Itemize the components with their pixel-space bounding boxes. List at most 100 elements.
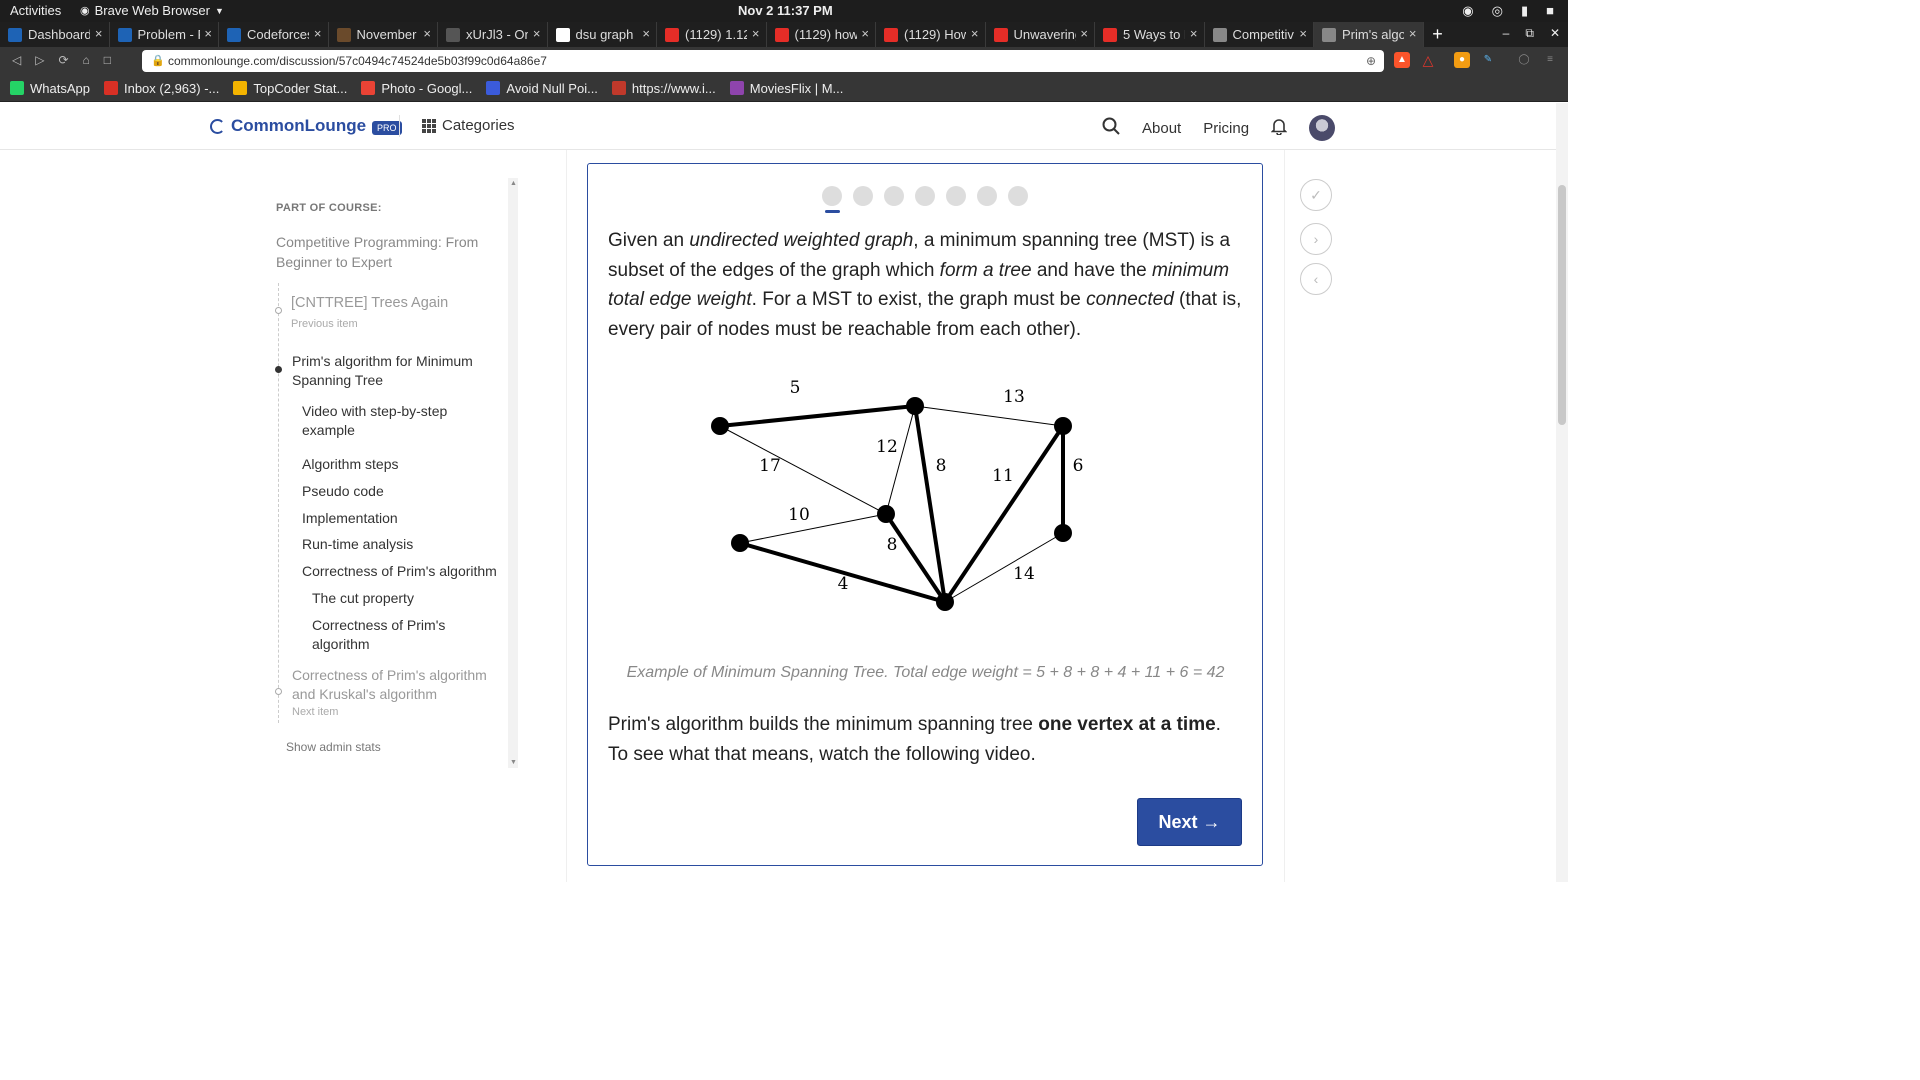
back-icon[interactable]: ◁ [12, 53, 21, 67]
menu-icon[interactable]: ≡ [1542, 52, 1558, 68]
browser-tab[interactable]: Dashboard × [0, 22, 110, 47]
page-scrollbar[interactable] [1556, 103, 1568, 882]
forward-icon[interactable]: ▷ [35, 53, 44, 67]
clock[interactable]: Nov 2 11:37 PM [738, 3, 833, 18]
progress-dot[interactable] [1008, 186, 1028, 206]
browser-tab[interactable]: November × [329, 22, 438, 47]
new-tab-button[interactable]: + [1424, 22, 1452, 47]
bell-icon[interactable] [1270, 117, 1288, 139]
bookmark-item[interactable]: WhatsApp [10, 81, 90, 96]
browser-tab[interactable]: (1129) How × [876, 22, 986, 47]
next-button[interactable]: Next → [1137, 798, 1242, 846]
bookmark-item[interactable]: Avoid Null Poi... [486, 81, 598, 96]
section-link[interactable]: Implementation [302, 509, 398, 528]
part-of-course-label: PART OF COURSE: [276, 202, 382, 214]
sidebar-scrollbar[interactable]: ▲ ▼ [508, 178, 518, 768]
activities-button[interactable]: Activities [10, 3, 61, 18]
edge-weight-label-bd: 12 [876, 437, 898, 457]
brave-rewards-icon[interactable]: △ [1420, 52, 1436, 68]
show-admin-stats-link[interactable]: Show admin stats [286, 740, 381, 754]
scroll-down-icon[interactable]: ▼ [510, 759, 517, 766]
bookmark-item[interactable]: Photo - Googl... [361, 81, 472, 96]
progress-dot[interactable] [946, 186, 966, 206]
bookmark-item[interactable]: MoviesFlix | M... [729, 81, 843, 96]
close-tab-icon[interactable]: × [752, 26, 760, 41]
scrollbar-thumb[interactable] [1558, 185, 1566, 425]
bookmark-icon[interactable]: □ [104, 53, 111, 67]
mst-edge-ab [719, 404, 916, 428]
browser-tab[interactable]: Prim's algo × [1314, 22, 1424, 47]
extension-icon[interactable]: ● [1454, 52, 1470, 68]
search-icon[interactable] [1102, 117, 1120, 139]
bookmark-item[interactable]: https://www.i... [611, 81, 716, 96]
pricing-link[interactable]: Pricing [1203, 120, 1249, 137]
restore-icon[interactable]: ⧉ [1525, 26, 1534, 41]
profile-icon[interactable]: ◯ [1516, 52, 1532, 68]
close-tab-icon[interactable]: × [95, 26, 103, 41]
pen-extension-icon[interactable]: ✎ [1480, 52, 1496, 68]
close-tab-icon[interactable]: × [861, 26, 869, 41]
chevron-right-icon[interactable]: › [1300, 223, 1332, 255]
close-tab-icon[interactable]: × [204, 26, 212, 41]
grid-icon [422, 118, 436, 133]
browser-tab[interactable]: dsu graph × [548, 22, 657, 47]
intro-paragraph: Given an undirected weighted graph, a mi… [608, 230, 1242, 340]
youtube-favicon-icon [665, 27, 679, 42]
close-tab-icon[interactable]: × [1409, 26, 1417, 41]
url-input[interactable]: 🔒 commonlounge.com/discussion/57c0494c74… [142, 50, 1384, 72]
browser-tab[interactable]: Codeforces × [219, 22, 329, 47]
scroll-up-icon[interactable]: ▲ [510, 180, 517, 187]
next-item-link[interactable]: Correctness of Prim's algorithm and Krus… [292, 666, 502, 704]
close-tab-icon[interactable]: × [1080, 26, 1088, 41]
close-tab-icon[interactable]: × [423, 26, 431, 41]
browser-tab[interactable]: 5 Ways to E × [1095, 22, 1205, 47]
subsection-link[interactable]: The cut property [312, 589, 414, 608]
chevron-left-icon[interactable]: ‹ [1300, 263, 1332, 295]
network-icon: ▮ [1520, 3, 1529, 18]
categories-menu[interactable]: Categories [422, 117, 515, 134]
section-link[interactable]: Pseudo code [302, 482, 384, 501]
browser-tab[interactable]: Competitiv × [1205, 22, 1314, 47]
section-link[interactable]: Run-time analysis [302, 535, 413, 554]
minimize-icon[interactable]: – [1503, 26, 1510, 41]
content-divider [1284, 150, 1285, 882]
section-link[interactable]: Algorithm steps [302, 455, 398, 474]
section-link[interactable]: Video with step-by-step example [302, 402, 492, 440]
browser-tab[interactable]: xUrJl3 - On × [438, 22, 548, 47]
progress-dot[interactable] [822, 186, 842, 206]
loading-favicon-icon [1322, 27, 1336, 42]
reload-icon[interactable]: ⟳ [58, 53, 68, 67]
close-tab-icon[interactable]: × [314, 26, 322, 41]
progress-dot[interactable] [884, 186, 904, 206]
progress-dot[interactable] [915, 186, 935, 206]
home-icon[interactable]: ⌂ [83, 53, 90, 67]
zoom-icon[interactable]: ⊕ [1366, 50, 1376, 72]
subsection-link[interactable]: Correctness of Prim's algorithm [312, 616, 472, 654]
dashboard-favicon-icon [8, 27, 22, 42]
bookmark-item[interactable]: Inbox (2,963) -... [103, 81, 219, 96]
close-tab-icon[interactable]: × [971, 26, 979, 41]
close-tab-icon[interactable]: × [642, 26, 650, 41]
close-tab-icon[interactable]: × [533, 26, 541, 41]
system-tray[interactable]: ◉ ◎ ▮ ■ [1462, 3, 1554, 19]
progress-dot[interactable] [977, 186, 997, 206]
browser-tab[interactable]: (1129) how × [767, 22, 876, 47]
about-link[interactable]: About [1142, 120, 1181, 137]
commonlounge-logo[interactable]: CommonLounge PRO [210, 116, 402, 136]
browser-tab[interactable]: Problem - F × [110, 22, 219, 47]
close-tab-icon[interactable]: × [1190, 26, 1198, 41]
close-tab-icon[interactable]: × [1299, 26, 1307, 41]
app-menu[interactable]: ◉ Brave Web Browser ▼ [80, 3, 224, 18]
progress-dot[interactable] [853, 186, 873, 206]
close-window-icon[interactable]: ✕ [1550, 26, 1560, 41]
section-link[interactable]: Correctness of Prim's algorithm [302, 562, 512, 581]
browser-tab[interactable]: Unwavering × [986, 22, 1095, 47]
mark-complete-icon[interactable]: ✓ [1300, 179, 1332, 211]
current-item[interactable]: Prim's algorithm for Minimum Spanning Tr… [292, 352, 492, 390]
course-title-link[interactable]: Competitive Programming: From Beginner t… [276, 232, 496, 272]
brave-shields-icon[interactable]: ▲ [1394, 52, 1410, 68]
browser-tab[interactable]: (1129) 1.12 × [657, 22, 767, 47]
avatar[interactable] [1309, 115, 1336, 141]
bookmark-item[interactable]: TopCoder Stat... [233, 81, 347, 96]
prev-item-link[interactable]: [CNTTREE] Trees Again [291, 294, 501, 313]
